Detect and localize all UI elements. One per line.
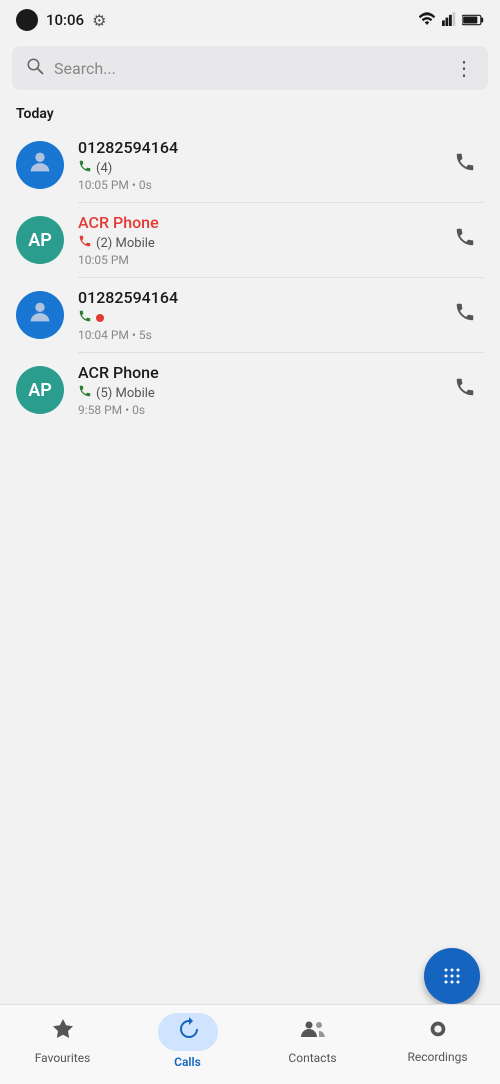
call-back-button[interactable]: [446, 293, 484, 337]
call-item: 01282594164 10:04 PM • 5s: [0, 278, 500, 352]
section-today: Today: [0, 96, 500, 128]
call-time: 10:05 PM • 0s: [78, 178, 432, 192]
settings-icon[interactable]: ⚙: [92, 11, 106, 30]
nav-label-contacts: Contacts: [288, 1051, 336, 1065]
more-options-button[interactable]: ⋮: [454, 56, 474, 80]
call-item: AP ACR Phone (2) Mobile 10:05 PM: [0, 203, 500, 277]
nav-label-favourites: Favourites: [35, 1051, 91, 1065]
status-time: 10:06: [46, 11, 84, 29]
call-back-button[interactable]: [446, 143, 484, 187]
call-time: 10:04 PM • 5s: [78, 328, 432, 342]
search-placeholder-text: Search...: [54, 59, 116, 78]
dialpad-fab[interactable]: [424, 948, 480, 1004]
avatar: AP: [16, 216, 64, 264]
battery-icon: [462, 11, 484, 30]
call-details: 01282594164 (4) 10:05 PM • 0s: [78, 138, 432, 192]
star-icon: [51, 1022, 75, 1047]
call-meta: (4): [78, 159, 432, 177]
call-type-icon: [78, 309, 92, 327]
person-icon: [26, 148, 54, 183]
search-bar[interactable]: Search... ⋮: [12, 46, 488, 90]
caller-name: 01282594164: [78, 288, 432, 307]
status-circle: [16, 9, 38, 31]
call-details: 01282594164 10:04 PM • 5s: [78, 288, 432, 342]
contacts-icon: [300, 1022, 326, 1047]
nav-item-contacts[interactable]: Contacts: [250, 1017, 375, 1065]
nav-item-calls[interactable]: Calls: [125, 1013, 250, 1069]
caller-name: 01282594164: [78, 138, 432, 157]
avatar-initials: AP: [28, 230, 52, 251]
recording-dot: [96, 314, 104, 322]
call-details: ACR Phone (2) Mobile 10:05 PM: [78, 213, 432, 267]
wifi-icon: [418, 11, 436, 30]
nav-item-favourites[interactable]: Favourites: [0, 1017, 125, 1065]
avatar: AP: [16, 366, 64, 414]
nav-label-calls: Calls: [174, 1055, 201, 1069]
person-icon: [26, 298, 54, 333]
call-meta: (5) Mobile: [78, 384, 432, 402]
nav-item-recordings[interactable]: Recordings: [375, 1018, 500, 1064]
call-count: (4): [96, 161, 112, 176]
call-meta: (2) Mobile: [78, 234, 432, 252]
call-count: (2) Mobile: [96, 236, 155, 251]
search-icon: [26, 57, 44, 80]
call-time: 9:58 PM • 0s: [78, 403, 432, 417]
call-item: 01282594164 (4) 10:05 PM • 0s: [0, 128, 500, 202]
caller-name: ACR Phone: [78, 213, 432, 232]
call-item: AP ACR Phone (5) Mobile 9:58 PM • 0s: [0, 353, 500, 427]
status-bar: 10:06 ⚙: [0, 0, 500, 40]
call-details: ACR Phone (5) Mobile 9:58 PM • 0s: [78, 363, 432, 417]
call-type-icon: [78, 159, 92, 177]
caller-name: ACR Phone: [78, 363, 432, 382]
call-type-icon: [78, 384, 92, 402]
nav-label-recordings: Recordings: [407, 1050, 467, 1064]
call-meta: [78, 309, 432, 327]
call-back-button[interactable]: [446, 218, 484, 262]
avatar-initials: AP: [28, 380, 52, 401]
call-back-button[interactable]: [446, 368, 484, 412]
call-type-icon: [78, 234, 92, 252]
history-icon: [176, 1022, 200, 1047]
call-time: 10:05 PM: [78, 253, 432, 267]
avatar: [16, 141, 64, 189]
avatar: [16, 291, 64, 339]
bottom-navigation: Favourites Calls Contacts Recordings: [0, 1004, 500, 1084]
status-icons: [418, 11, 484, 30]
signal-icon: [442, 11, 456, 30]
recordings-icon: [427, 1021, 449, 1046]
call-count: (5) Mobile: [96, 386, 155, 401]
